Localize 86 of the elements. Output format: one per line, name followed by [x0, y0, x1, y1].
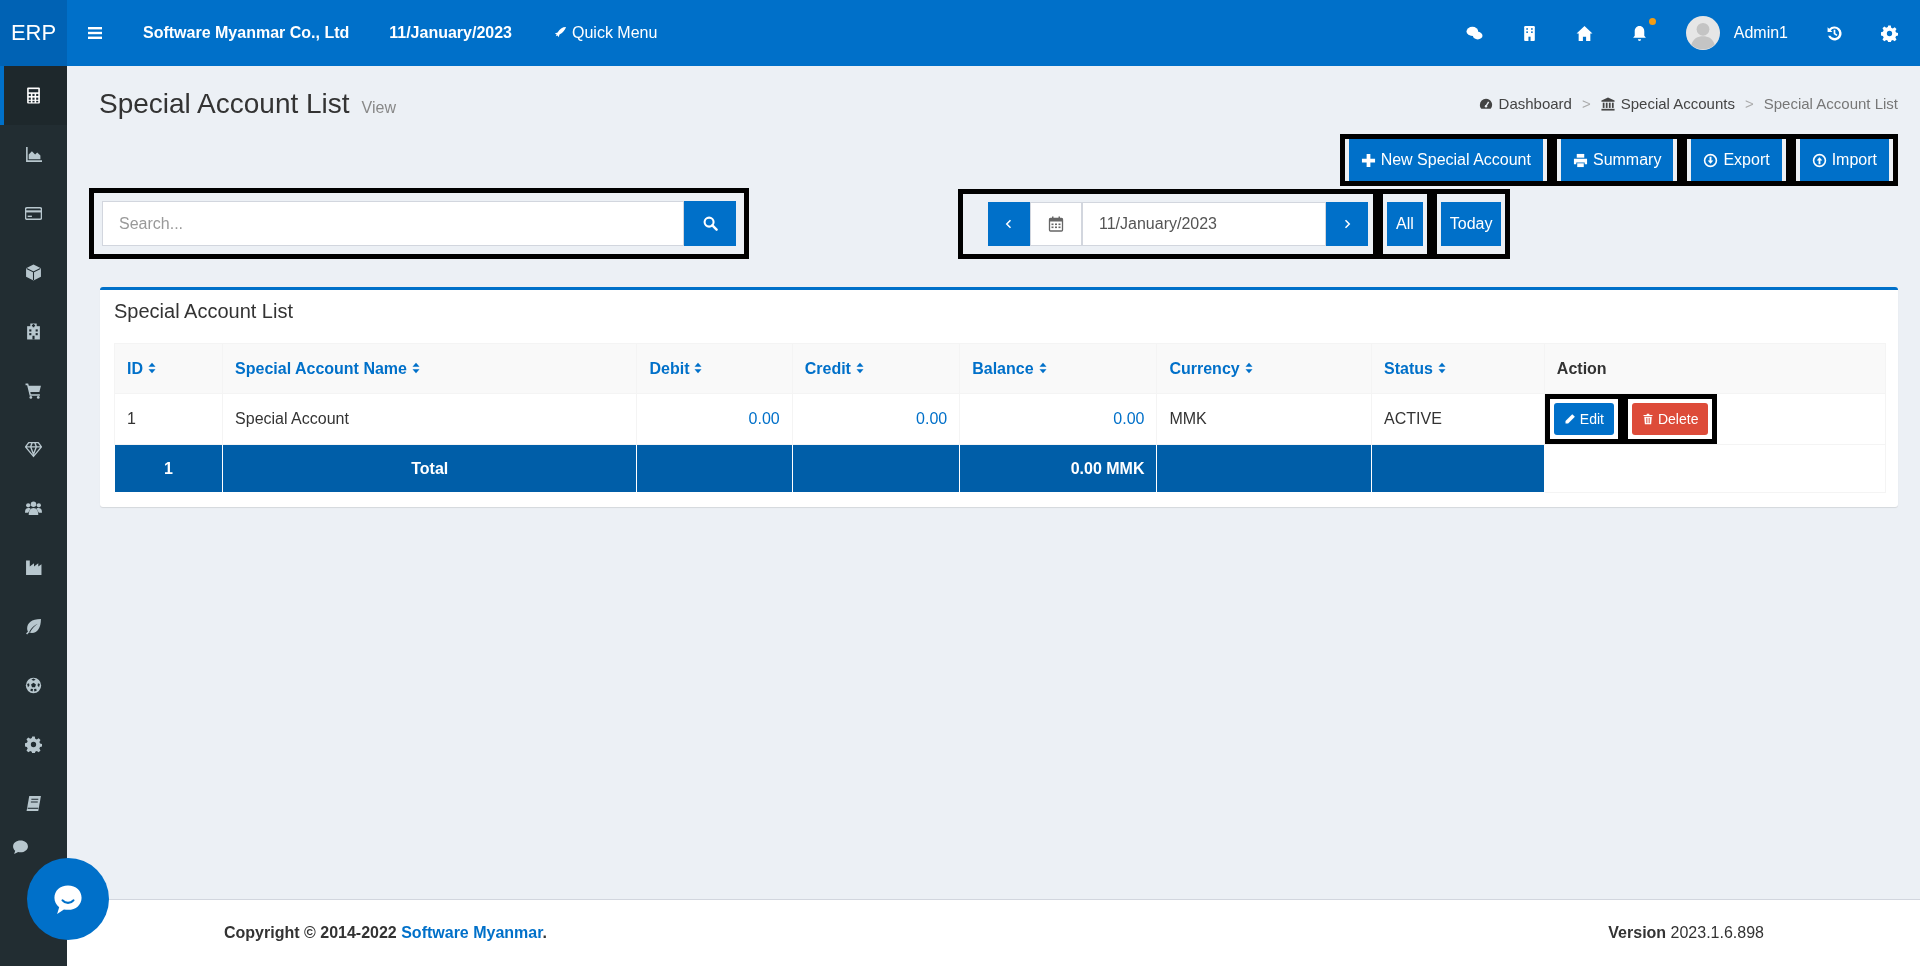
table-cell: 0.00 — [637, 393, 793, 445]
home-icon[interactable] — [1575, 24, 1593, 42]
sort-icon — [854, 360, 865, 375]
factory-icon — [25, 559, 42, 576]
page-subtitle: View — [361, 99, 396, 117]
column-header[interactable]: Currency — [1156, 343, 1372, 394]
company-name: Software Myanmar Co., Ltd — [143, 24, 350, 42]
table-cell: 0.00 — [959, 393, 1157, 445]
table-cell: 1 — [114, 393, 223, 445]
search-icon — [702, 216, 718, 231]
column-header[interactable]: Balance — [959, 343, 1157, 394]
upload-icon — [1811, 152, 1827, 168]
date-field[interactable]: 11/January/2023 — [1082, 201, 1326, 246]
book-icon — [25, 795, 42, 812]
users-icon — [25, 500, 42, 517]
sort-icon — [1243, 360, 1254, 375]
column-header[interactable]: Special Account Name — [222, 343, 637, 394]
comment-icon — [11, 839, 29, 856]
column-header[interactable]: Debit — [637, 343, 793, 394]
breadcrumb-link[interactable]: Dashboard — [1498, 95, 1572, 112]
menu-icon — [87, 25, 103, 41]
hospital-icon — [25, 323, 42, 340]
column-header[interactable]: Status — [1371, 343, 1545, 394]
total-label-cell: Total — [222, 444, 637, 493]
table-cell: ACTIVE — [1371, 393, 1545, 445]
version-text: Version 2023.1.6.898 — [1608, 924, 1764, 942]
gauge-icon — [1478, 96, 1493, 111]
sidebar-item[interactable] — [0, 66, 67, 125]
all-button[interactable]: All — [1387, 201, 1423, 246]
breadcrumb-link[interactable]: Special Accounts — [1620, 95, 1735, 112]
history-icon[interactable] — [1826, 24, 1843, 42]
user-name[interactable]: Admin1 — [1733, 24, 1788, 42]
pencil-icon — [1563, 413, 1576, 425]
current-date: 11/January/2023 — [389, 24, 512, 42]
trash-icon — [1641, 413, 1654, 425]
credit-card-icon — [25, 205, 42, 222]
download-icon — [1703, 152, 1719, 168]
notifications-icon[interactable] — [1630, 24, 1648, 42]
gear-icon — [25, 736, 42, 753]
edit-button[interactable]: Edit — [1553, 403, 1614, 435]
breadcrumb-separator: > — [1581, 95, 1591, 112]
column-header: Action — [1544, 343, 1886, 394]
column-header[interactable]: Credit — [792, 343, 960, 394]
table-cell: MMK — [1156, 393, 1372, 445]
sort-icon — [1437, 360, 1447, 375]
leaf-icon — [25, 618, 42, 635]
calculator-icon — [25, 87, 42, 104]
sort-icon — [693, 360, 704, 375]
copyright-text: Copyright © 2014-2022 Software Myanmar. — [224, 924, 548, 942]
company-link[interactable]: Software Myanmar — [401, 924, 543, 941]
sort-icon — [410, 360, 421, 375]
table-cell: Special Account — [222, 393, 637, 445]
search-field[interactable]: Search... — [102, 201, 684, 246]
app-logo[interactable]: ERP — [0, 0, 67, 66]
area-chart-icon — [25, 146, 42, 163]
search-button[interactable] — [684, 201, 736, 246]
column-header[interactable]: ID — [114, 343, 223, 394]
total-count-cell: 1 — [114, 444, 223, 493]
diamond-icon — [25, 441, 42, 458]
summary-button[interactable]: Summary — [1560, 139, 1674, 181]
soccer-ball-icon — [25, 677, 42, 694]
previous-date-button[interactable] — [988, 201, 1030, 246]
menu-button[interactable] — [87, 25, 103, 41]
avatar-icon — [1685, 16, 1720, 50]
bank-icon — [1600, 96, 1615, 111]
quick-menu-button[interactable]: Quick Menu — [552, 24, 658, 42]
printer-icon — [1572, 152, 1588, 168]
breadcrumb-separator: > — [1745, 95, 1754, 112]
total-balance-cell: 0.00 MMK — [959, 444, 1157, 493]
card-title: Special Account List — [114, 300, 294, 323]
delete-button[interactable]: Delete — [1631, 403, 1709, 435]
settings-icon[interactable] — [1881, 24, 1898, 42]
import-button[interactable]: Import — [1799, 139, 1889, 181]
new-account-button[interactable]: New Special Account — [1348, 139, 1543, 181]
sort-icon — [1037, 360, 1048, 375]
export-button[interactable]: Export — [1691, 139, 1782, 181]
next-date-button[interactable] — [1326, 201, 1368, 246]
chat-bubbles-icon[interactable] — [1465, 24, 1483, 42]
calendar-icon — [1048, 215, 1064, 232]
page-title: Special Account List — [99, 88, 350, 120]
table-cell: 0.00 — [792, 393, 960, 445]
plus-icon — [1360, 152, 1376, 168]
cart-icon — [25, 382, 42, 399]
cube-icon — [25, 264, 42, 281]
sort-icon — [147, 360, 157, 375]
today-button[interactable]: Today — [1440, 201, 1502, 246]
